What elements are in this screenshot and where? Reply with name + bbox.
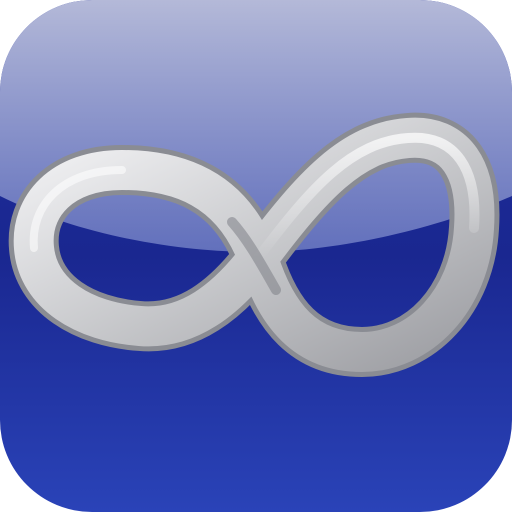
infinity-icon (0, 0, 512, 512)
app-icon[interactable] (0, 0, 512, 512)
icon-surface (0, 0, 512, 512)
